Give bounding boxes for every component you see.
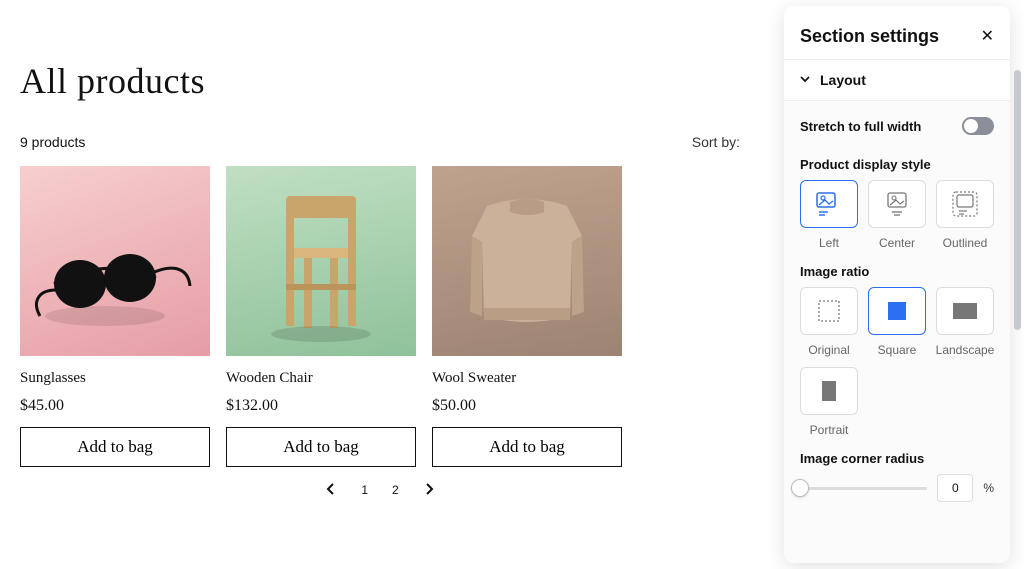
close-icon[interactable]: ✕ (981, 29, 994, 45)
product-price: $132.00 (226, 397, 416, 415)
product-image (226, 166, 416, 356)
section-settings-panel: Section settings ✕ Layout Stretch to ful… (784, 6, 1010, 563)
product-card[interactable]: Sunglasses $45.00 Add to bag (20, 166, 210, 467)
pagination-page[interactable]: 2 (392, 483, 399, 497)
product-card[interactable]: Wooden Chair $132.00 Add to bag (226, 166, 416, 467)
stretch-label: Stretch to full width (800, 119, 921, 134)
add-to-bag-button[interactable]: Add to bag (226, 427, 416, 467)
product-card[interactable]: Wool Sweater $50.00 Add to bag (432, 166, 622, 467)
layout-accordion[interactable]: Layout (784, 59, 1010, 100)
add-to-bag-button[interactable]: Add to bag (20, 427, 210, 467)
product-image (20, 166, 210, 356)
product-count: 9 products (20, 134, 85, 150)
panel-title: Section settings (800, 26, 939, 47)
page-title: All products (20, 60, 740, 102)
product-name: Sunglasses (20, 370, 210, 387)
display-style-left[interactable] (800, 180, 858, 228)
image-ratio-label: Image ratio (800, 264, 994, 279)
product-price: $45.00 (20, 397, 210, 415)
display-style-label: Product display style (800, 157, 994, 172)
product-image (432, 166, 622, 356)
ratio-landscape-label: Landscape (936, 343, 995, 357)
corner-radius-slider[interactable] (800, 487, 927, 490)
pagination-next-icon[interactable] (423, 479, 435, 500)
add-to-bag-button[interactable]: Add to bag (432, 427, 622, 467)
chevron-down-icon (800, 74, 810, 87)
display-style-outlined-label: Outlined (943, 236, 988, 250)
corner-radius-unit: % (983, 481, 994, 495)
slider-thumb[interactable] (792, 480, 808, 496)
corner-radius-value[interactable]: 0 (937, 474, 973, 502)
accordion-label: Layout (820, 72, 866, 88)
display-style-center[interactable] (868, 180, 926, 228)
pagination-prev-icon[interactable] (325, 479, 337, 500)
product-grid: Sunglasses $45.00 Add to bag Wooden Chai… (20, 166, 740, 467)
ratio-square[interactable] (868, 287, 926, 335)
ratio-original-label: Original (808, 343, 849, 357)
display-style-outlined[interactable] (936, 180, 994, 228)
scrollbar-thumb[interactable] (1014, 70, 1021, 330)
ratio-original[interactable] (800, 287, 858, 335)
display-style-center-label: Center (879, 236, 915, 250)
product-price: $50.00 (432, 397, 622, 415)
pagination: 1 2 (20, 479, 740, 500)
sort-by-label[interactable]: Sort by: (692, 134, 740, 150)
product-name: Wooden Chair (226, 370, 416, 387)
product-name: Wool Sweater (432, 370, 622, 387)
ratio-portrait-label: Portrait (810, 423, 849, 437)
stretch-toggle[interactable] (962, 117, 994, 135)
corner-radius-label: Image corner radius (800, 451, 994, 466)
pagination-page[interactable]: 1 (361, 483, 368, 497)
ratio-landscape[interactable] (936, 287, 994, 335)
ratio-square-label: Square (878, 343, 917, 357)
ratio-portrait[interactable] (800, 367, 858, 415)
display-style-left-label: Left (819, 236, 839, 250)
list-header: 9 products Sort by: (20, 134, 740, 150)
preview-pane: All products 9 products Sort by: Sunglas… (20, 0, 764, 569)
